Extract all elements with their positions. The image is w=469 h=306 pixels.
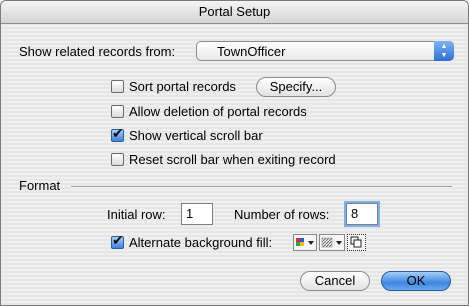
cancel-button[interactable]: Cancel (300, 271, 370, 291)
dialog-title: Portal Setup (1, 1, 468, 24)
format-heading: Format (19, 178, 61, 193)
alternate-fill-label: Alternate background fill: (129, 235, 273, 250)
ok-button[interactable]: OK (381, 271, 451, 291)
specify-button[interactable]: Specify... (256, 77, 336, 97)
format-divider (71, 186, 452, 188)
fill-pattern-swatch[interactable] (319, 234, 345, 251)
number-of-rows-field[interactable]: 8 (346, 203, 378, 225)
sort-records-label: Sort portal records (129, 79, 236, 94)
pattern-icon (321, 237, 342, 248)
number-of-rows-label: Number of rows: (234, 207, 330, 222)
initial-row-field[interactable]: 1 (181, 203, 213, 225)
related-records-label: Show related records from: (19, 44, 176, 59)
portal-setup-dialog: Portal Setup Show related records from: … (0, 0, 469, 306)
show-scroll-bar-label: Show vertical scroll bar (129, 128, 263, 143)
color-palette-icon (296, 238, 314, 246)
reset-scroll-bar-label: Reset scroll bar when exiting record (129, 152, 336, 167)
related-records-value: TownOfficer (217, 44, 286, 59)
related-records-popup[interactable]: TownOfficer ▲ ▼ (196, 41, 454, 61)
alternate-fill-checkbox[interactable] (111, 233, 124, 249)
allow-deletion-checkbox[interactable] (111, 105, 124, 118)
initial-row-label: Initial row: (107, 207, 166, 222)
reset-scroll-bar-checkbox[interactable] (111, 153, 124, 166)
popup-arrows-icon: ▲ ▼ (434, 41, 454, 61)
allow-deletion-label: Allow deletion of portal records (129, 104, 307, 119)
show-scroll-bar-checkbox[interactable] (111, 126, 124, 142)
fill-color-swatch[interactable] (293, 234, 317, 251)
sort-records-checkbox[interactable] (111, 80, 124, 93)
alternate-fill-preview[interactable] (347, 234, 366, 251)
copy-icon (350, 236, 362, 248)
